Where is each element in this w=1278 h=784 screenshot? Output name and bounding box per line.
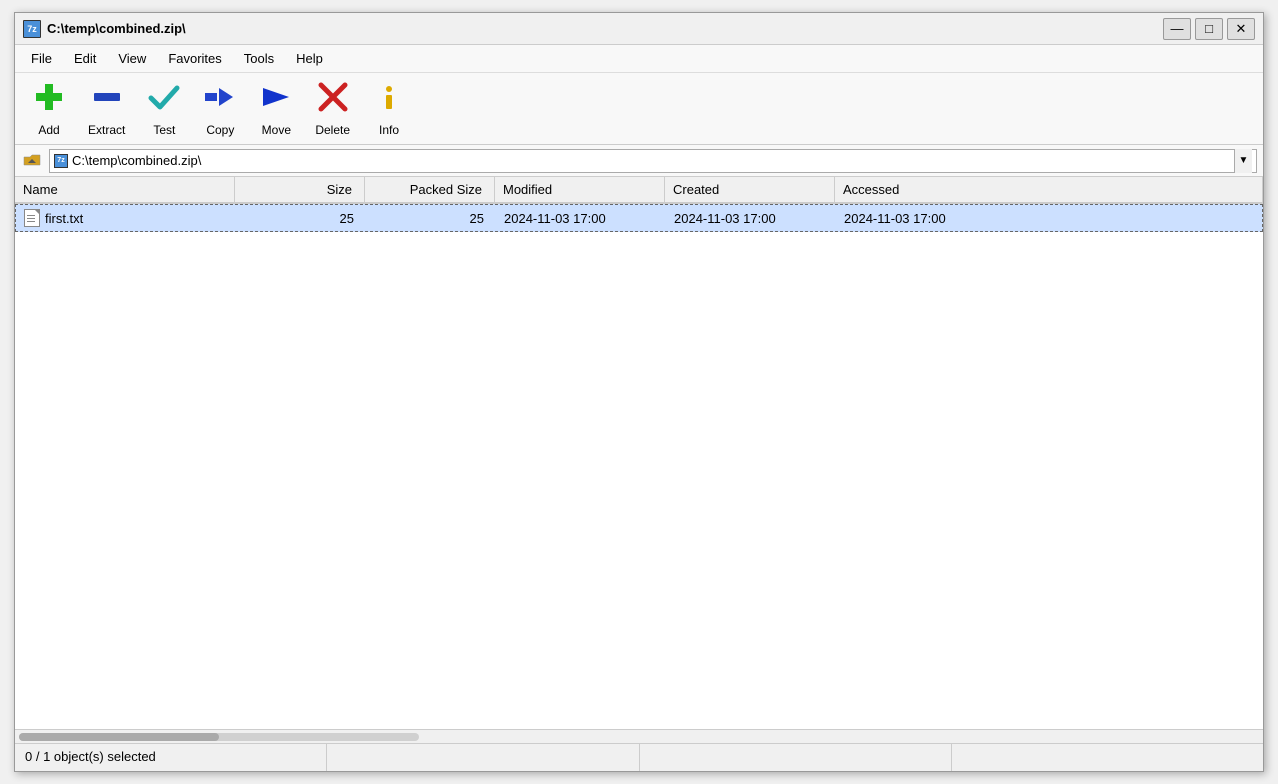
add-label: Add (38, 123, 59, 137)
col-header-name[interactable]: Name (15, 177, 235, 202)
menu-edit[interactable]: Edit (64, 48, 106, 69)
toolbar: Add Extract Test (15, 73, 1263, 145)
col-header-packed-size[interactable]: Packed Size (365, 177, 495, 202)
scrollbar-thumb[interactable] (19, 733, 219, 741)
info-label: Info (379, 123, 399, 137)
extract-button[interactable]: Extract (79, 75, 134, 142)
file-packed-size-cell: 25 (366, 207, 496, 230)
status-bar: 0 / 1 object(s) selected (15, 743, 1263, 771)
main-window: 7z C:\temp\combined.zip\ — □ ✕ File Edit… (14, 12, 1264, 772)
address-input-wrap: 7z ▼ (49, 149, 1257, 173)
file-icon-line (27, 218, 35, 219)
horizontal-scrollbar[interactable] (15, 729, 1263, 743)
menu-favorites[interactable]: Favorites (158, 48, 231, 69)
table-row[interactable]: first.txt 25 25 2024-11-03 17:00 2024-11… (15, 204, 1263, 232)
address-input[interactable] (72, 153, 1230, 168)
scrollbar-track (19, 733, 419, 741)
app-icon: 7z (23, 20, 41, 38)
delete-label: Delete (315, 123, 350, 137)
move-label: Move (262, 123, 291, 137)
file-accessed-cell: 2024-11-03 17:00 (836, 207, 1262, 230)
file-list-header: Name Size Packed Size Modified Created A… (15, 177, 1263, 204)
file-list-container[interactable]: Name Size Packed Size Modified Created A… (15, 177, 1263, 729)
menu-help[interactable]: Help (286, 48, 333, 69)
file-icon-line (27, 215, 35, 216)
add-button[interactable]: Add (23, 75, 75, 142)
address-dropdown-button[interactable]: ▼ (1234, 149, 1252, 173)
title-bar: 7z C:\temp\combined.zip\ — □ ✕ (15, 13, 1263, 45)
col-header-accessed[interactable]: Accessed (835, 177, 1263, 202)
menu-tools[interactable]: Tools (234, 48, 284, 69)
extract-label: Extract (88, 123, 125, 137)
file-type-icon (24, 209, 40, 227)
delete-button[interactable]: Delete (306, 75, 359, 142)
delete-icon (316, 80, 350, 119)
menu-bar: File Edit View Favorites Tools Help (15, 45, 1263, 73)
title-bar-controls: — □ ✕ (1163, 18, 1255, 40)
address-app-icon: 7z (54, 154, 68, 168)
col-header-modified[interactable]: Modified (495, 177, 665, 202)
status-selection: 0 / 1 object(s) selected (15, 744, 327, 771)
status-seg2 (327, 744, 639, 771)
test-button[interactable]: Test (138, 75, 190, 142)
extract-icon (90, 80, 124, 119)
close-button[interactable]: ✕ (1227, 18, 1255, 40)
add-icon (32, 80, 66, 119)
status-seg4 (952, 744, 1263, 771)
status-seg3 (640, 744, 952, 771)
col-header-size[interactable]: Size (235, 177, 365, 202)
menu-view[interactable]: View (108, 48, 156, 69)
address-bar: 7z ▼ (15, 145, 1263, 177)
copy-label: Copy (206, 123, 234, 137)
copy-icon (203, 80, 237, 119)
minimize-button[interactable]: — (1163, 18, 1191, 40)
copy-button[interactable]: Copy (194, 75, 246, 142)
title-bar-left: 7z C:\temp\combined.zip\ (23, 20, 186, 38)
move-icon (259, 80, 293, 119)
file-modified-cell: 2024-11-03 17:00 (496, 207, 666, 230)
info-icon (372, 80, 406, 119)
file-icon-line (27, 221, 35, 222)
file-created-cell: 2024-11-03 17:00 (666, 207, 836, 230)
move-button[interactable]: Move (250, 75, 302, 142)
file-icon-lines (27, 215, 35, 222)
back-button[interactable] (21, 150, 43, 172)
test-icon (147, 80, 181, 119)
window-title: C:\temp\combined.zip\ (47, 21, 186, 36)
info-button[interactable]: Info (363, 75, 415, 142)
col-header-created[interactable]: Created (665, 177, 835, 202)
file-name-cell: first.txt (16, 205, 236, 231)
restore-button[interactable]: □ (1195, 18, 1223, 40)
menu-file[interactable]: File (21, 48, 62, 69)
test-label: Test (153, 123, 175, 137)
file-name: first.txt (45, 211, 83, 226)
file-size-cell: 25 (236, 207, 366, 230)
